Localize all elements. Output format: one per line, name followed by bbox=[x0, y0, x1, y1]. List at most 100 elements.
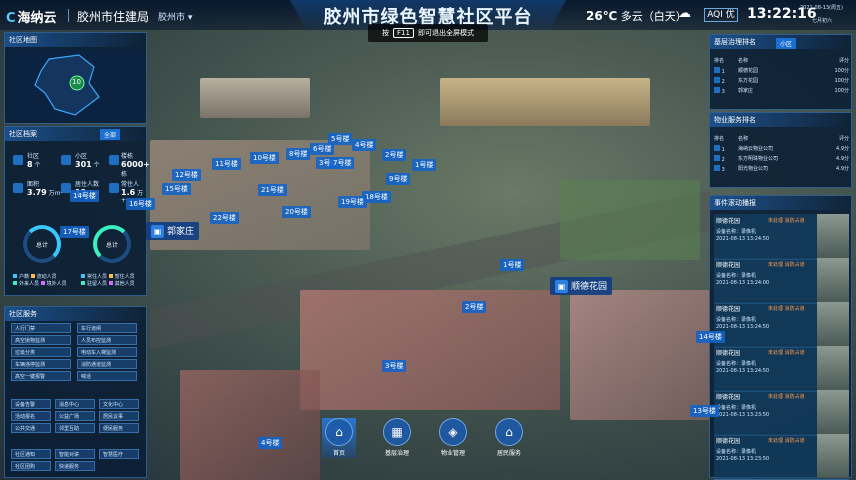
rank-badge-icon bbox=[714, 67, 720, 73]
logo-c-icon: C bbox=[6, 11, 16, 26]
service-button[interactable]: 社区团购 bbox=[11, 461, 51, 471]
building-tag[interactable]: 4号楼 bbox=[258, 437, 283, 449]
event-photo[interactable] bbox=[817, 258, 849, 302]
logo-text: 海纳云 bbox=[17, 11, 57, 26]
nav-home[interactable]: ⌂ 首页 bbox=[322, 418, 356, 458]
scene-red-roofs-right bbox=[570, 290, 710, 420]
building-tag[interactable]: 14号楼 bbox=[696, 331, 725, 343]
cloud-icon: ☁ bbox=[678, 6, 691, 21]
event-card[interactable]: 顺德花园 未处理 消防占道 设备名称：录像机 2021-08-13 13:24:50 bbox=[714, 302, 849, 348]
tip-key: F11 bbox=[393, 28, 414, 38]
service-button[interactable]: 高空一键报警 bbox=[11, 371, 71, 381]
community-pin-icon: ▣ bbox=[555, 280, 568, 293]
event-card[interactable]: 顺德花园 未处理 消防占道 设备名称：录像机 2021-08-13 13:24:00 bbox=[714, 258, 849, 304]
service-button[interactable]: 快递服务 bbox=[55, 461, 95, 471]
property-title: 物业服务排名 bbox=[710, 113, 851, 127]
nav-home-label: 首页 bbox=[332, 450, 345, 457]
service-button[interactable]: 人行门禁 bbox=[11, 323, 71, 333]
org-name: 胶州市住建局 bbox=[77, 10, 150, 24]
building-tag[interactable]: 22号楼 bbox=[210, 212, 239, 224]
building-tag[interactable]: 11号楼 bbox=[212, 158, 241, 170]
ring-chart-right: 总计 bbox=[93, 225, 131, 263]
event-card[interactable]: 顺德花园 未处理 消防占道 设备名称：录像机 2021-08-13 13:23:50 bbox=[714, 390, 849, 436]
building-tag[interactable]: 9号楼 bbox=[386, 173, 411, 185]
service-button[interactable]: 车行道闸 bbox=[77, 323, 137, 333]
building-tag[interactable]: 14号楼 bbox=[70, 190, 99, 202]
nav-property[interactable]: ◈ 物业管理 bbox=[434, 418, 472, 457]
service-button[interactable]: 社区通知 bbox=[11, 449, 51, 459]
building-tag[interactable]: 1号楼 bbox=[412, 159, 437, 171]
service-button[interactable]: 智能对讲 bbox=[55, 449, 95, 459]
service-button[interactable]: 邻里互助 bbox=[55, 423, 95, 433]
community-services-panel: 社区服务 人行门禁 车行道闸 高空抛物监测 人员布控监测 垃圾分类 电动车入梯监测 车辆违停… bbox=[4, 306, 147, 478]
tab-estate[interactable]: 小区 bbox=[776, 38, 797, 49]
service-button[interactable]: 便民服务 bbox=[99, 423, 139, 433]
ring-chart-left: 总计 bbox=[23, 225, 61, 263]
service-button[interactable]: 消防通道监测 bbox=[77, 359, 137, 369]
nav-governance[interactable]: ▦ 基层治理 bbox=[378, 418, 416, 457]
service-button[interactable]: 设备告警 bbox=[11, 399, 51, 409]
building-tag[interactable]: 7号楼 bbox=[330, 157, 355, 169]
building-tag[interactable]: 19号楼 bbox=[338, 196, 367, 208]
event-photo[interactable] bbox=[817, 346, 849, 390]
event-photo[interactable] bbox=[817, 390, 849, 434]
rank-badge-icon bbox=[714, 145, 720, 151]
tab-other[interactable] bbox=[134, 129, 142, 131]
event-card[interactable]: 顺德花园 未处理 消防占道 设备名称：录像机 2021-08-13 13:24:50 bbox=[714, 346, 849, 392]
building-tag[interactable]: 10号楼 bbox=[250, 152, 279, 164]
nav-resident-label: 居民服务 bbox=[496, 450, 521, 457]
area-tag[interactable]: ▣ 顺德花园 bbox=[550, 277, 613, 295]
building-tag[interactable]: 4号楼 bbox=[352, 139, 377, 151]
services-title: 社区服务 bbox=[5, 307, 146, 321]
building-tag[interactable]: 17号楼 bbox=[60, 226, 89, 238]
event-photo[interactable] bbox=[817, 214, 849, 258]
service-button[interactable]: 智慧医疗 bbox=[99, 449, 139, 459]
service-button[interactable]: 垃圾分类 bbox=[11, 347, 71, 357]
area-tag[interactable]: ▣ 郭家庄 bbox=[146, 222, 200, 240]
weather-text: 26℃ 多云（白天） bbox=[586, 8, 687, 24]
service-button[interactable]: 消息中心 bbox=[55, 399, 95, 409]
event-card[interactable]: 顺德花园 未处理 消防占道 设备名称：录像机 2021-08-13 13:23:50 bbox=[714, 434, 849, 480]
building-tag[interactable]: 2号楼 bbox=[462, 301, 487, 313]
ring-left-label: 总计 bbox=[35, 242, 48, 249]
weather-desc: 多云（白天） bbox=[620, 10, 687, 23]
service-button[interactable]: 居民议事 bbox=[99, 411, 139, 421]
service-button[interactable]: 公益广场 bbox=[55, 411, 95, 421]
service-button[interactable]: 车辆违停监测 bbox=[11, 359, 71, 369]
building-tag[interactable]: 13号楼 bbox=[690, 405, 719, 417]
header-divider bbox=[68, 9, 69, 22]
building-tag[interactable]: 20号楼 bbox=[282, 206, 311, 218]
event-card[interactable]: 顺德花园 未处理 消防占道 设备名称：录像机 2021-08-13 13:24:50 bbox=[714, 214, 849, 260]
mini-map[interactable]: 10 bbox=[9, 49, 144, 121]
service-button[interactable]: 活动报名 bbox=[11, 411, 51, 421]
fullscreen-tip: 按 F11 即可退出全屏模式 bbox=[368, 24, 488, 42]
building-tag[interactable]: 21号楼 bbox=[258, 184, 287, 196]
building-tag[interactable]: 1号楼 bbox=[500, 259, 525, 271]
stat-area: 面积 3.79 万m² bbox=[27, 181, 63, 197]
lunar-date: 七月初六 bbox=[812, 18, 833, 24]
service-button[interactable]: 公共交通 bbox=[11, 423, 51, 433]
service-button[interactable]: 电动车入梯监测 bbox=[77, 347, 137, 357]
community-pin-icon: ▣ bbox=[151, 225, 164, 238]
building-tag[interactable]: 8号楼 bbox=[286, 148, 311, 160]
building-tag[interactable]: 2号楼 bbox=[382, 149, 407, 161]
legend-left: 户籍 流动人员 外来人员 境外人员 bbox=[13, 273, 67, 287]
event-photo[interactable] bbox=[817, 302, 849, 346]
city-select[interactable]: 胶州市 ▾ bbox=[158, 10, 192, 23]
building-tag[interactable]: 15号楼 bbox=[162, 183, 191, 195]
building-tag[interactable]: 12号楼 bbox=[172, 169, 201, 181]
building-tag[interactable]: 3号楼 bbox=[382, 360, 407, 372]
service-button[interactable]: 文化中心 bbox=[99, 399, 139, 409]
tab-all[interactable]: 全部 bbox=[99, 129, 120, 140]
rank-badge-icon bbox=[714, 87, 720, 93]
event-photo[interactable] bbox=[817, 434, 849, 478]
governance-icon: ▦ bbox=[383, 418, 411, 446]
building-tag[interactable]: 6号楼 bbox=[310, 143, 335, 155]
service-button[interactable]: 人员布控监测 bbox=[77, 335, 137, 345]
service-button[interactable]: 喊话 bbox=[77, 371, 137, 381]
service-button[interactable]: 高空抛物监测 bbox=[11, 335, 71, 345]
dashboard-root: C 海纳云 胶州市住建局 胶州市 ▾ 胶州市绿色智慧社区平台 26℃ 多云（白天）… bbox=[0, 0, 856, 480]
community-icon bbox=[13, 155, 23, 165]
building-tag[interactable]: 16号楼 bbox=[126, 198, 155, 210]
nav-resident[interactable]: ⌂ 居民服务 bbox=[490, 418, 528, 457]
